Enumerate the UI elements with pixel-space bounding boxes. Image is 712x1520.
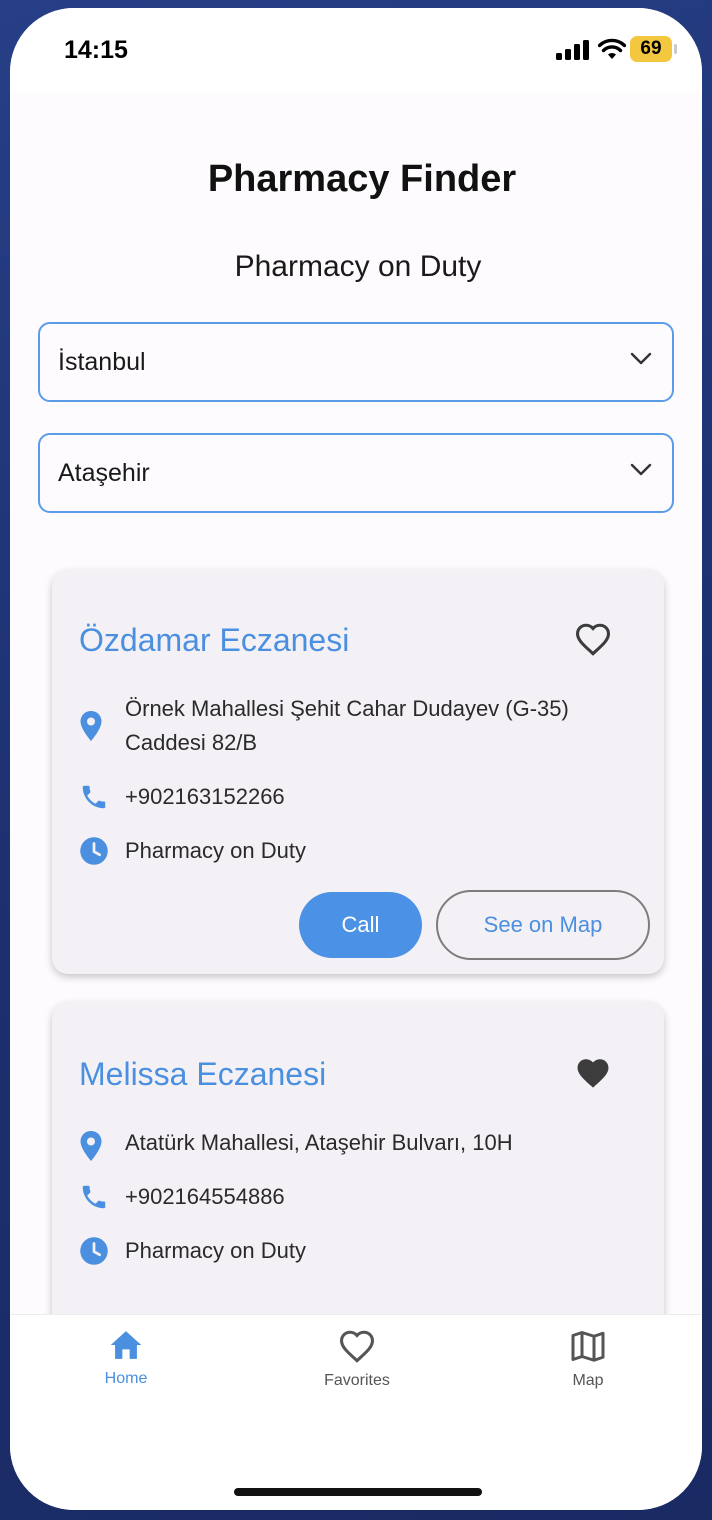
phone-icon bbox=[82, 785, 106, 809]
pharmacy-name: Melissa Eczanesi bbox=[79, 1056, 327, 1092]
home-icon bbox=[110, 1331, 142, 1359]
main-content: Pharmacy Finder Pharmacy on Duty İstanbu… bbox=[10, 92, 702, 1332]
phone-number: +902163152266 bbox=[125, 784, 285, 809]
nav-item-favorites[interactable]: Favorites bbox=[287, 1329, 427, 1390]
clock-icon bbox=[80, 1237, 108, 1265]
nav-label-favorites: Favorites bbox=[324, 1372, 390, 1389]
phone-number: +902164554886 bbox=[125, 1184, 285, 1209]
city-dropdown-value: İstanbul bbox=[58, 348, 146, 376]
pharmacy-card: Melissa Eczanesi Atatürk Mahallesi, Ataş… bbox=[52, 1002, 664, 1332]
clock-icon bbox=[80, 837, 108, 865]
pharmacy-card: Özdamar Eczanesi Örnek Mahallesi Şehit C… bbox=[52, 570, 664, 974]
page-title: Pharmacy Finder bbox=[207, 158, 517, 200]
chevron-down-icon bbox=[630, 352, 652, 365]
battery-cap bbox=[674, 44, 677, 54]
nav-item-home[interactable]: Home bbox=[56, 1329, 196, 1388]
status-time: 14:15 bbox=[64, 36, 128, 64]
heart-filled-icon[interactable] bbox=[574, 1056, 612, 1090]
cellular-signal-icon bbox=[556, 40, 589, 60]
heart-icon bbox=[339, 1330, 375, 1363]
address-line-1: Örnek Mahallesi Şehit Cahar Dudayev (G-3… bbox=[125, 696, 569, 721]
nav-label-map: Map bbox=[572, 1372, 604, 1389]
map-icon bbox=[571, 1331, 605, 1362]
nav-label-home: Home bbox=[104, 1370, 148, 1387]
page-subtitle: Pharmacy on Duty bbox=[234, 250, 482, 283]
district-dropdown[interactable]: Ataşehir bbox=[38, 433, 674, 513]
bottom-nav: Home Favorites Map bbox=[10, 1314, 702, 1510]
city-dropdown[interactable]: İstanbul bbox=[38, 322, 674, 402]
location-pin-icon bbox=[80, 711, 102, 741]
call-button[interactable]: Call bbox=[299, 892, 422, 958]
status-bar: 14:15 69 bbox=[10, 8, 702, 92]
location-pin-icon bbox=[80, 1131, 102, 1161]
duty-status: Pharmacy on Duty bbox=[125, 838, 306, 863]
address-line-1: Atatürk Mahallesi, Ataşehir Bulvarı, 10H bbox=[125, 1130, 513, 1155]
see-on-map-button[interactable]: See on Map bbox=[436, 890, 650, 960]
battery-level: 69 bbox=[630, 36, 672, 62]
district-dropdown-value: Ataşehir bbox=[58, 459, 150, 487]
address-line-2: Caddesi 82/B bbox=[125, 730, 258, 755]
pharmacy-name: Özdamar Eczanesi bbox=[79, 622, 350, 658]
duty-status: Pharmacy on Duty bbox=[125, 1238, 306, 1263]
heart-outline-icon[interactable] bbox=[574, 622, 612, 656]
chevron-down-icon bbox=[630, 463, 652, 476]
nav-item-map[interactable]: Map bbox=[518, 1329, 658, 1390]
phone-icon bbox=[82, 1185, 106, 1209]
home-indicator bbox=[234, 1488, 482, 1496]
wifi-icon bbox=[598, 38, 626, 59]
phone-screen: 14:15 69 Pharmacy Finder Pharmacy on Dut… bbox=[10, 8, 702, 1510]
